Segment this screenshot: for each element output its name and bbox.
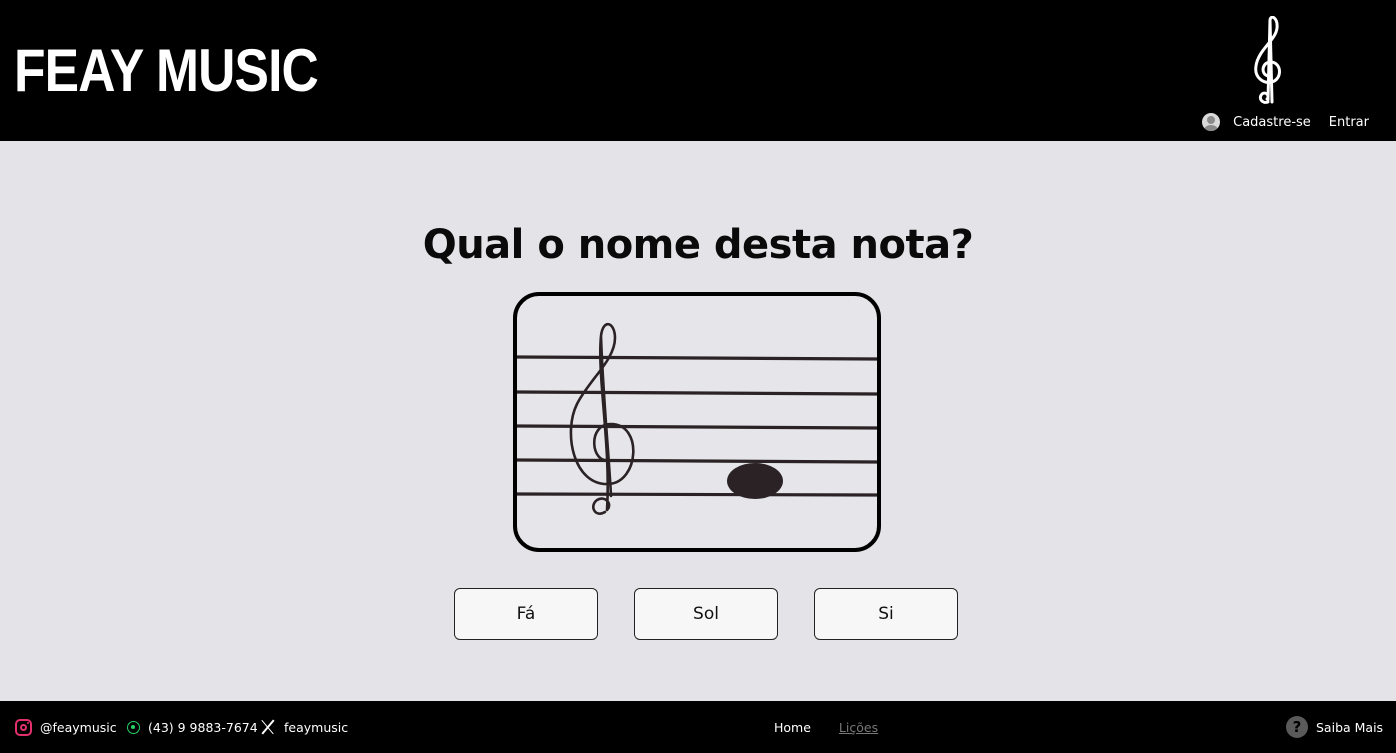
staff-line xyxy=(517,458,877,464)
staff-line xyxy=(517,492,877,497)
option-si-button[interactable]: Si xyxy=(814,588,958,640)
whatsapp-label: (43) 9 9883-7674 xyxy=(148,719,258,735)
instagram-link[interactable]: @feaymusic xyxy=(15,701,117,753)
staff-image xyxy=(513,292,881,552)
treble-clef-icon xyxy=(1254,16,1281,104)
help-icon: ? xyxy=(1286,716,1308,738)
instagram-icon xyxy=(15,718,32,736)
staff-line xyxy=(517,355,877,361)
whatsapp-icon xyxy=(127,720,140,734)
top-header: FEAY MUSIC Cadastre-se Entrar xyxy=(0,0,1396,141)
treble-clef-icon xyxy=(569,322,635,515)
footer: @feaymusic (43) 9 9883-7674 feaymusic Ho… xyxy=(0,701,1396,753)
answer-options: Fá Sol Si xyxy=(454,588,958,640)
question-title: Qual o nome desta nota? xyxy=(422,222,974,268)
signup-link[interactable]: Cadastre-se xyxy=(1233,115,1311,130)
x-label: feaymusic xyxy=(284,719,349,735)
nav-lessons-link[interactable]: Lições xyxy=(839,720,878,735)
auth-links: Cadastre-se Entrar xyxy=(1202,113,1369,131)
login-link[interactable]: Entrar xyxy=(1329,115,1369,130)
music-staff xyxy=(517,322,877,515)
brand-title[interactable]: FEAY MUSIC xyxy=(14,36,319,106)
whatsapp-link[interactable]: (43) 9 9883-7674 xyxy=(127,701,258,753)
staff-line xyxy=(517,390,877,396)
user-avatar-icon xyxy=(1202,113,1221,131)
x-icon xyxy=(260,719,276,735)
option-fa-button[interactable]: Fá xyxy=(454,588,598,640)
help-label: Saiba Mais xyxy=(1316,719,1384,735)
x-link[interactable]: feaymusic xyxy=(260,701,348,753)
option-sol-button[interactable]: Sol xyxy=(634,588,778,640)
footer-nav: Home Lições xyxy=(774,701,878,753)
help-link[interactable]: ? Saiba Mais xyxy=(1286,701,1383,753)
nav-home-link[interactable]: Home xyxy=(774,720,811,735)
whole-note-icon xyxy=(727,463,783,499)
instagram-label: @feaymusic xyxy=(40,719,117,735)
